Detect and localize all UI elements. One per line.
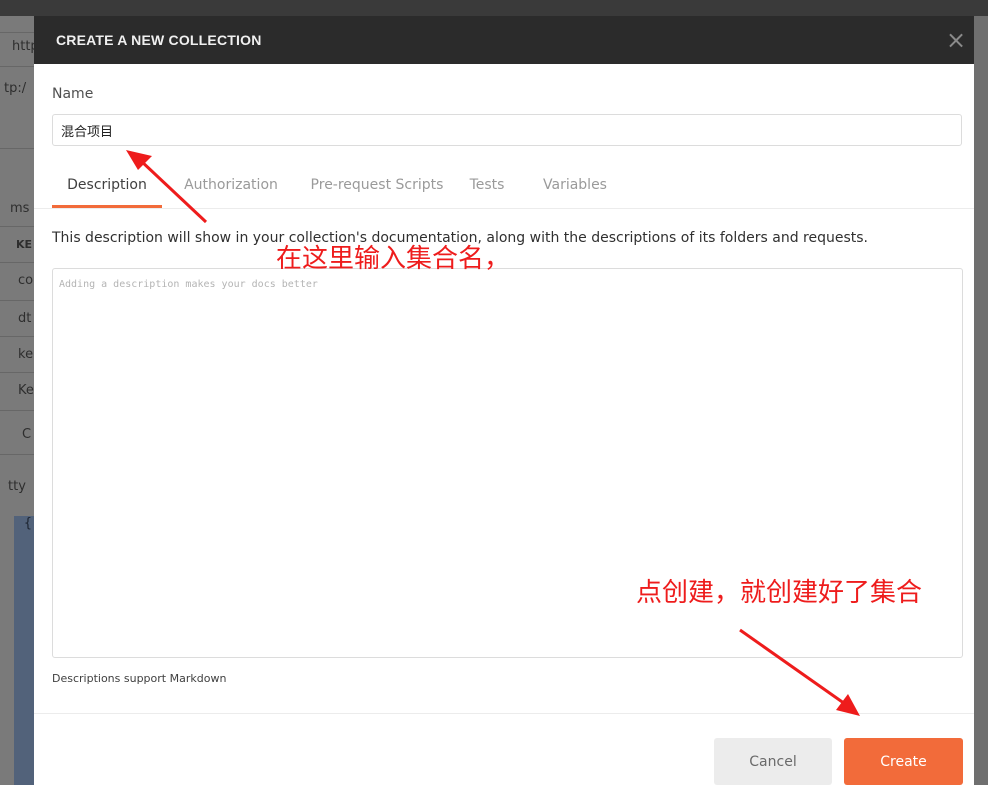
bg-divider [0,300,34,301]
close-button[interactable]: × [942,26,970,54]
background-topbar [0,0,988,16]
bg-code-brace: { [24,516,32,531]
bg-divider [0,262,34,263]
bg-fragment: tp:/ [4,81,27,96]
tab-authorization[interactable]: Authorization [176,164,286,206]
bg-divider [0,410,34,411]
modal-header: CREATE A NEW COLLECTION × [34,16,974,64]
bg-divider [0,336,34,337]
tabs-divider [34,208,974,209]
create-button[interactable]: Create [844,738,963,785]
markdown-note: Descriptions support Markdown [52,672,227,685]
bg-divider [0,32,34,33]
description-help-text: This description will show in your colle… [52,230,868,246]
modal-title: CREATE A NEW COLLECTION [56,32,262,48]
tab-pre-request-scripts[interactable]: Pre-request Scripts [302,164,452,206]
close-icon: × [945,26,967,54]
tab-description[interactable]: Description [52,164,162,208]
tab-variables[interactable]: Variables [530,164,620,206]
name-label: Name [52,86,94,102]
cancel-button[interactable]: Cancel [714,738,832,785]
bg-code-panel [14,516,34,785]
description-textarea[interactable] [52,268,963,658]
bg-divider [0,226,34,227]
footer-divider [34,713,974,714]
collection-name-input[interactable] [52,114,962,146]
bg-divider [0,372,34,373]
bg-divider [0,66,34,67]
create-collection-modal: CREATE A NEW COLLECTION × Name Descripti… [34,16,974,785]
tab-tests[interactable]: Tests [462,164,512,206]
bg-divider [0,454,34,455]
bg-divider [0,148,34,149]
modal-tabs: Description Authorization Pre-request Sc… [52,164,974,208]
